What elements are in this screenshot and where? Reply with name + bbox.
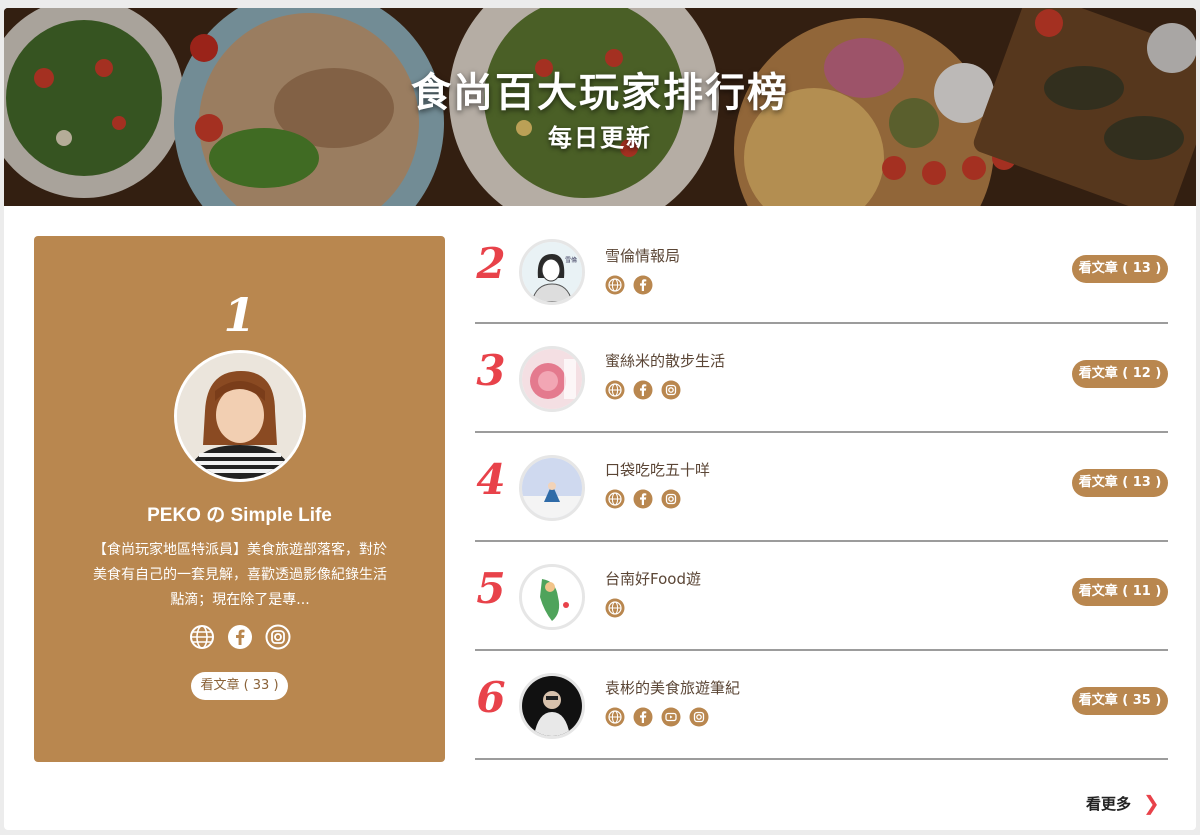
social-icons (605, 707, 709, 727)
social-icons (605, 275, 653, 295)
blogger-name[interactable]: 雪倫情報局 (605, 245, 680, 266)
avatar-image (522, 349, 582, 409)
avatar-image (522, 567, 582, 627)
view-articles-button[interactable]: 看文章 ( 11 ) (1072, 578, 1168, 606)
facebook-icon[interactable] (633, 275, 653, 295)
rank-number: 3 (476, 346, 506, 395)
ranking-row: 5 台南好Food遊 看文章 ( 11 ) (475, 542, 1168, 651)
rank-number: 2 (476, 239, 506, 288)
ranking-row: 6 袁彬的美食旅遊筆紀 看文章 (35) (475, 651, 1168, 760)
facebook-icon[interactable] (633, 707, 653, 727)
youtube-icon[interactable] (661, 707, 681, 727)
facebook-icon[interactable] (633, 489, 653, 509)
view-articles-button[interactable]: 看文章 ( 35 ) (1072, 687, 1168, 715)
see-more-label: 看更多 (1086, 794, 1132, 813)
featured-rank: 1 (223, 288, 256, 342)
ranking-list: 2 雪倫 雪倫情報局 看文章 (13) 3 蜜絲米的散步生活 看文章 (1… (475, 236, 1168, 760)
blogger-name[interactable]: 口袋吃吃五十咩 (605, 459, 710, 480)
see-more-link[interactable]: 看更多 ❯ (1086, 791, 1160, 815)
rank-number: 6 (476, 673, 506, 722)
rank-number: 4 (476, 455, 506, 504)
ranking-row: 2 雪倫 雪倫情報局 看文章 (13) (475, 236, 1168, 324)
featured-description: 【食尚玩家地區特派員】美食旅遊部落客，對於美食有自己的一套見解，喜歡透過影像紀錄… (93, 542, 387, 608)
avatar-image (522, 676, 582, 736)
svg-text:雪倫: 雪倫 (565, 256, 577, 264)
instagram-icon[interactable] (265, 624, 291, 650)
avatar[interactable]: 雪倫 (519, 239, 585, 305)
avatar[interactable] (519, 455, 585, 521)
avatar[interactable] (519, 346, 585, 412)
page-subtitle: 每日更新 (548, 124, 652, 152)
view-articles-button[interactable]: 看文章 ( 12 ) (1072, 360, 1168, 388)
globe-icon[interactable] (189, 624, 215, 650)
blogger-name[interactable]: 袁彬的美食旅遊筆紀 (605, 677, 740, 698)
rank-number: 5 (476, 564, 506, 613)
social-icons (605, 380, 681, 400)
blogger-name[interactable]: 台南好Food遊 (605, 568, 701, 589)
avatar-image: 雪倫 (522, 242, 582, 302)
globe-icon[interactable] (605, 489, 625, 509)
featured-view-articles-button[interactable]: 看文章 ( 33 ) (191, 672, 288, 700)
instagram-icon[interactable] (689, 707, 709, 727)
avatar[interactable] (519, 564, 585, 630)
globe-icon[interactable] (605, 707, 625, 727)
chevron-right-icon: ❯ (1143, 791, 1160, 815)
ranking-card: 食尚百大玩家排行榜 每日更新 1 PEKO の Simple Life 【食尚玩… (4, 8, 1196, 830)
ranking-row: 3 蜜絲米的散步生活 看文章 (12) (475, 324, 1168, 433)
featured-blogger-card[interactable]: 1 PEKO の Simple Life 【食尚玩家地區特派員】美食旅遊部落客，… (34, 236, 445, 762)
featured-social-icons (34, 624, 445, 650)
banner: 食尚百大玩家排行榜 每日更新 (4, 8, 1196, 206)
globe-icon[interactable] (605, 598, 625, 618)
facebook-icon[interactable] (227, 624, 253, 650)
avatar[interactable] (174, 350, 306, 482)
avatar-image (177, 353, 303, 479)
social-icons (605, 489, 681, 509)
facebook-icon[interactable] (633, 380, 653, 400)
social-icons (605, 598, 625, 618)
featured-name[interactable]: PEKO の Simple Life (34, 500, 445, 527)
globe-icon[interactable] (605, 380, 625, 400)
avatar-image (522, 458, 582, 518)
blogger-name[interactable]: 蜜絲米的散步生活 (605, 350, 725, 371)
page-title: 食尚百大玩家排行榜 (411, 70, 789, 116)
avatar[interactable] (519, 673, 585, 739)
view-articles-button[interactable]: 看文章 ( 13 ) (1072, 469, 1168, 497)
globe-icon[interactable] (605, 275, 625, 295)
instagram-icon[interactable] (661, 380, 681, 400)
view-articles-button[interactable]: 看文章 ( 13 ) (1072, 255, 1168, 283)
instagram-icon[interactable] (661, 489, 681, 509)
ranking-row: 4 口袋吃吃五十咩 看文章 (13) (475, 433, 1168, 542)
